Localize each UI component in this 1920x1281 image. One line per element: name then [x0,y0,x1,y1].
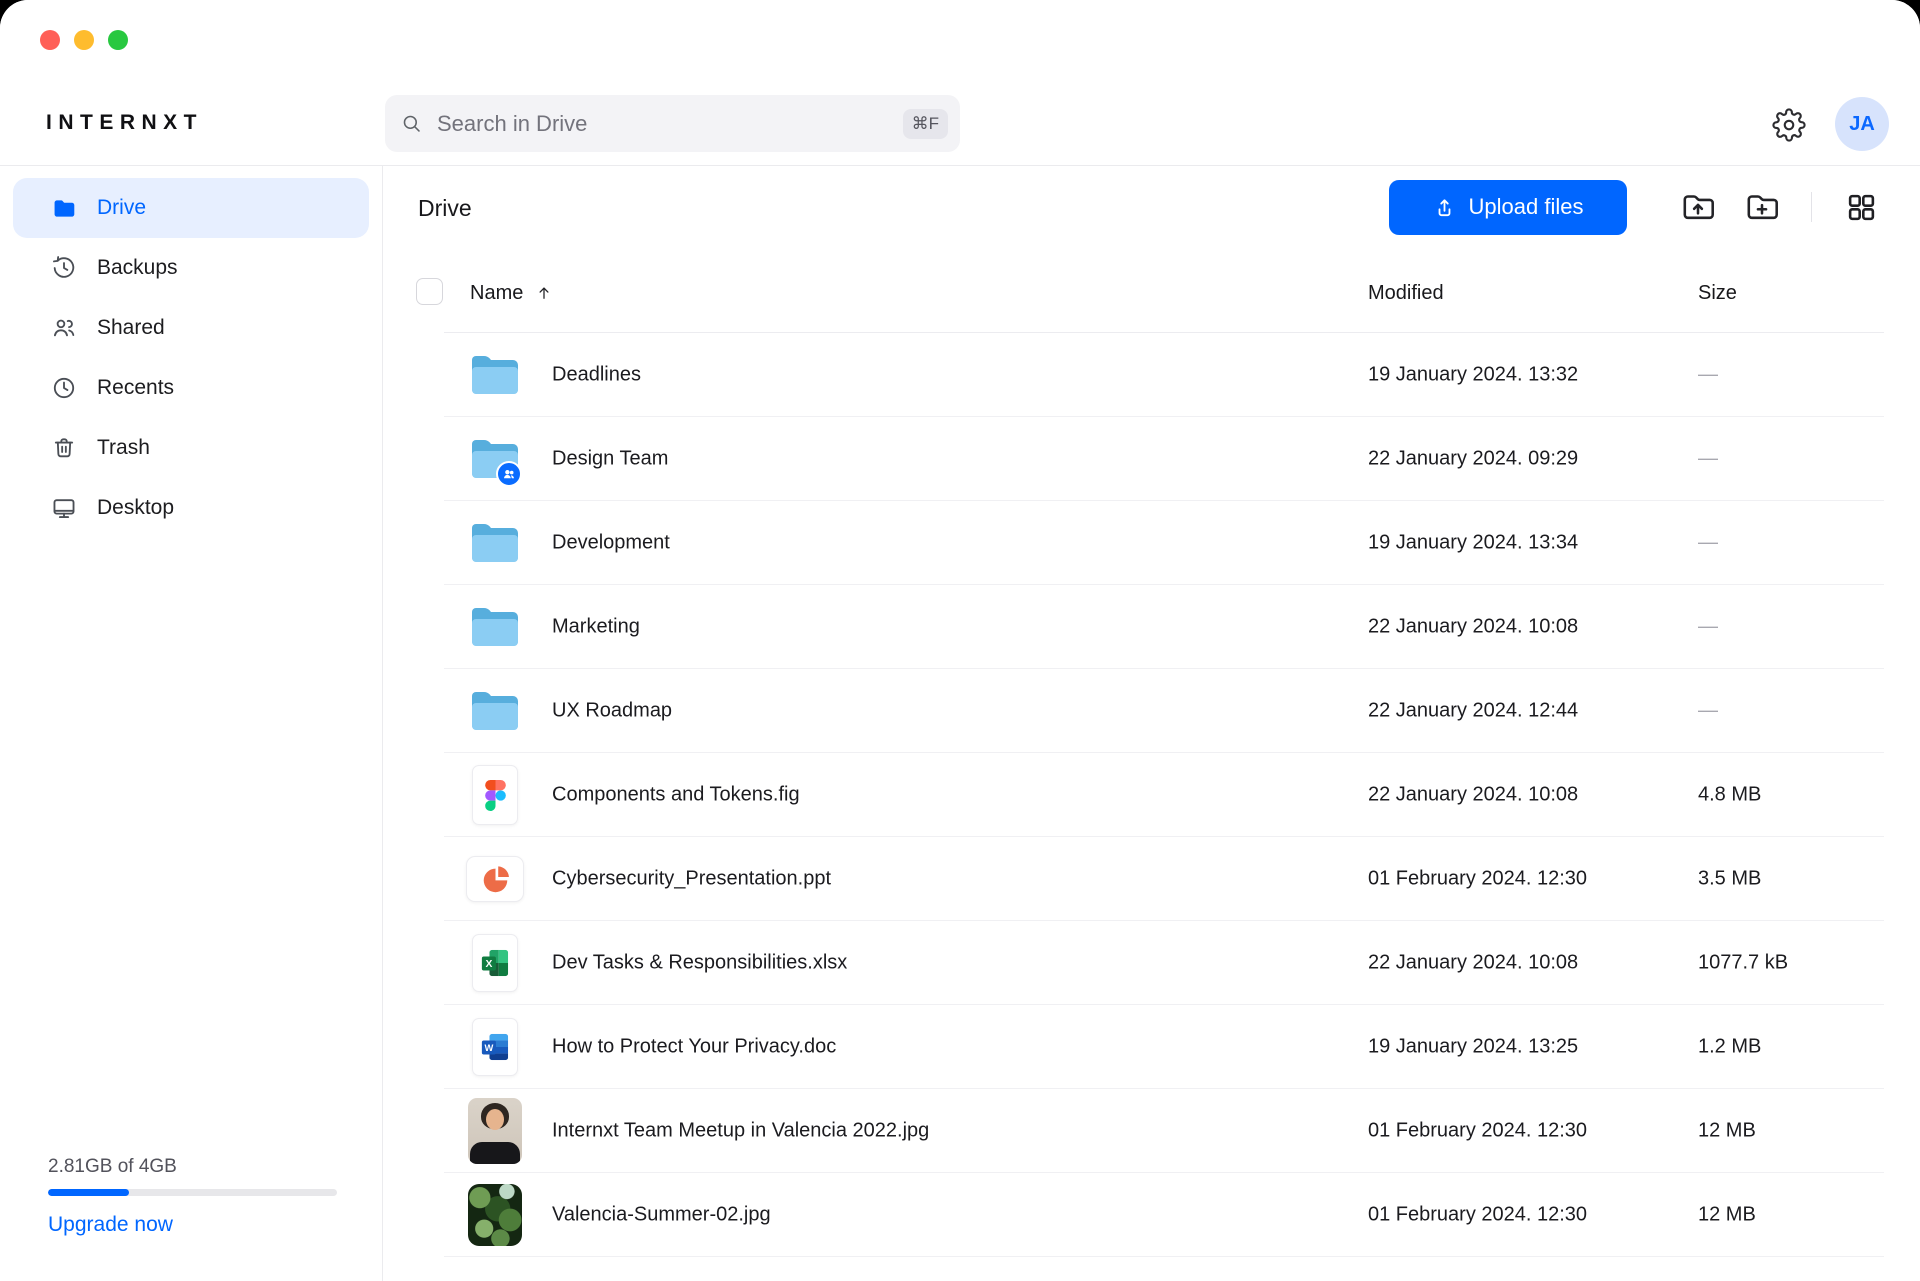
photo-foliage-icon [466,1173,524,1257]
file-modified: 01 February 2024. 12:30 [1368,1204,1587,1227]
sidebar-item-trash[interactable]: Trash [13,418,369,478]
search-input[interactable] [435,110,903,138]
top-bar: INTERNXT ⌘F JA [0,0,1920,166]
file-name: Dev Tasks & Responsibilities.xlsx [552,952,847,975]
close-window-button[interactable] [40,30,60,50]
file-row[interactable]: Design Team 22 January 2024. 09:29 — [384,417,1920,501]
file-list: Deadlines19 January 2024. 13:32—Design T… [384,166,1920,1281]
svg-text:W: W [484,1043,493,1053]
file-row[interactable]: Valencia-Summer-02.jpg 01 February 2024. … [384,1173,1920,1257]
file-row[interactable]: Deadlines 19 January 2024. 13:32 — [384,333,1920,417]
excel-icon: X [466,921,524,1005]
sidebar-item-label: Shared [97,316,165,340]
sidebar-nav: Drive Backups Shared Recents Trash Desktop [0,166,382,538]
file-row[interactable]: Components and Tokens.fig 22 January 2024… [384,753,1920,837]
desktop-icon [51,495,77,521]
file-name: How to Protect Your Privacy.doc [552,1036,836,1059]
file-modified: 01 February 2024. 12:30 [1368,868,1587,891]
drive-folder-icon [51,195,77,221]
folder-icon [466,585,524,669]
sidebar-item-label: Backups [97,256,178,280]
sidebar-item-label: Desktop [97,496,174,520]
sidebar-item-label: Drive [97,196,146,220]
file-name: Internxt Team Meetup in Valencia 2022.jp… [552,1120,929,1143]
file-size: — [1698,616,1718,639]
backups-icon [51,255,77,281]
file-size: — [1698,448,1718,471]
sidebar-item-label: Recents [97,376,174,400]
file-size: 1.2 MB [1698,1036,1761,1059]
window-controls [40,30,128,50]
storage-progress-bar [48,1189,337,1196]
shared-icon [51,315,77,341]
search-shortcut-badge: ⌘F [903,109,948,139]
main-content: Drive Upload files Name Modified [384,166,1920,1281]
folder-icon [466,417,524,501]
file-modified: 22 January 2024. 10:08 [1368,784,1578,807]
file-size: 3.5 MB [1698,868,1761,891]
zoom-window-button[interactable] [108,30,128,50]
folder-icon [466,333,524,417]
minimize-window-button[interactable] [74,30,94,50]
file-name: Deadlines [552,364,641,387]
upgrade-link[interactable]: Upgrade now [48,1213,338,1237]
file-row[interactable]: X Dev Tasks & Responsibilities.xlsx 22 Jan… [384,921,1920,1005]
file-modified: 22 January 2024. 12:44 [1368,700,1578,723]
settings-button[interactable] [1770,106,1808,144]
file-name: Cybersecurity_Presentation.ppt [552,868,831,891]
file-name: Components and Tokens.fig [552,784,800,807]
avatar[interactable]: JA [1835,97,1889,151]
trash-icon [51,435,77,461]
internxt-logo: INTERNXT [46,111,203,135]
file-size: 12 MB [1698,1120,1756,1143]
file-modified: 01 February 2024. 12:30 [1368,1120,1587,1143]
file-row[interactable]: Cybersecurity_Presentation.ppt 01 Februar… [384,837,1920,921]
file-modified: 19 January 2024. 13:25 [1368,1036,1578,1059]
sidebar-item-shared[interactable]: Shared [13,298,369,358]
folder-icon [466,501,524,585]
recents-icon [51,375,77,401]
word-icon: W [466,1005,524,1089]
shared-badge [496,461,522,487]
file-name: UX Roadmap [552,700,672,723]
file-modified: 19 January 2024. 13:32 [1368,364,1578,387]
file-name: Marketing [552,616,640,639]
file-modified: 22 January 2024. 09:29 [1368,448,1578,471]
file-row[interactable]: Internxt Team Meetup in Valencia 2022.jp… [384,1089,1920,1173]
gear-icon [1772,108,1806,142]
file-row[interactable]: Marketing 22 January 2024. 10:08 — [384,585,1920,669]
file-modified: 22 January 2024. 10:08 [1368,952,1578,975]
search-icon [401,113,423,135]
sidebar-item-recents[interactable]: Recents [13,358,369,418]
storage-usage-label: 2.81GB of 4GB [48,1156,338,1178]
file-size: 4.8 MB [1698,784,1761,807]
file-size: 1077.7 kB [1698,952,1788,975]
file-row[interactable]: UX Roadmap 22 January 2024. 12:44 — [384,669,1920,753]
file-row[interactable]: W How to Protect Your Privacy.doc 19 Janua… [384,1005,1920,1089]
file-row[interactable]: Development 19 January 2024. 13:34 — [384,501,1920,585]
sidebar-item-backups[interactable]: Backups [13,238,369,298]
file-size: — [1698,532,1718,555]
storage-widget: 2.81GB of 4GB Upgrade now [48,1156,338,1237]
powerpoint-icon [466,837,524,921]
file-modified: 19 January 2024. 13:34 [1368,532,1578,555]
svg-text:X: X [485,959,492,970]
file-modified: 22 January 2024. 10:08 [1368,616,1578,639]
search-bar[interactable]: ⌘F [385,95,960,152]
file-size: 12 MB [1698,1204,1756,1227]
app-window: INTERNXT ⌘F JA Drive Backups Shared Recents… [0,0,1920,1281]
file-size: — [1698,364,1718,387]
file-size: — [1698,700,1718,723]
folder-icon [466,669,524,753]
figma-icon [466,753,524,837]
sidebar: Drive Backups Shared Recents Trash Desktop 2.… [0,166,383,1281]
file-name: Valencia-Summer-02.jpg [552,1204,771,1227]
storage-progress-fill [48,1189,129,1196]
sidebar-item-drive[interactable]: Drive [13,178,369,238]
photo-portrait-icon [466,1089,524,1173]
sidebar-item-desktop[interactable]: Desktop [13,478,369,538]
file-name: Design Team [552,448,668,471]
sidebar-item-label: Trash [97,436,150,460]
file-name: Development [552,532,670,555]
